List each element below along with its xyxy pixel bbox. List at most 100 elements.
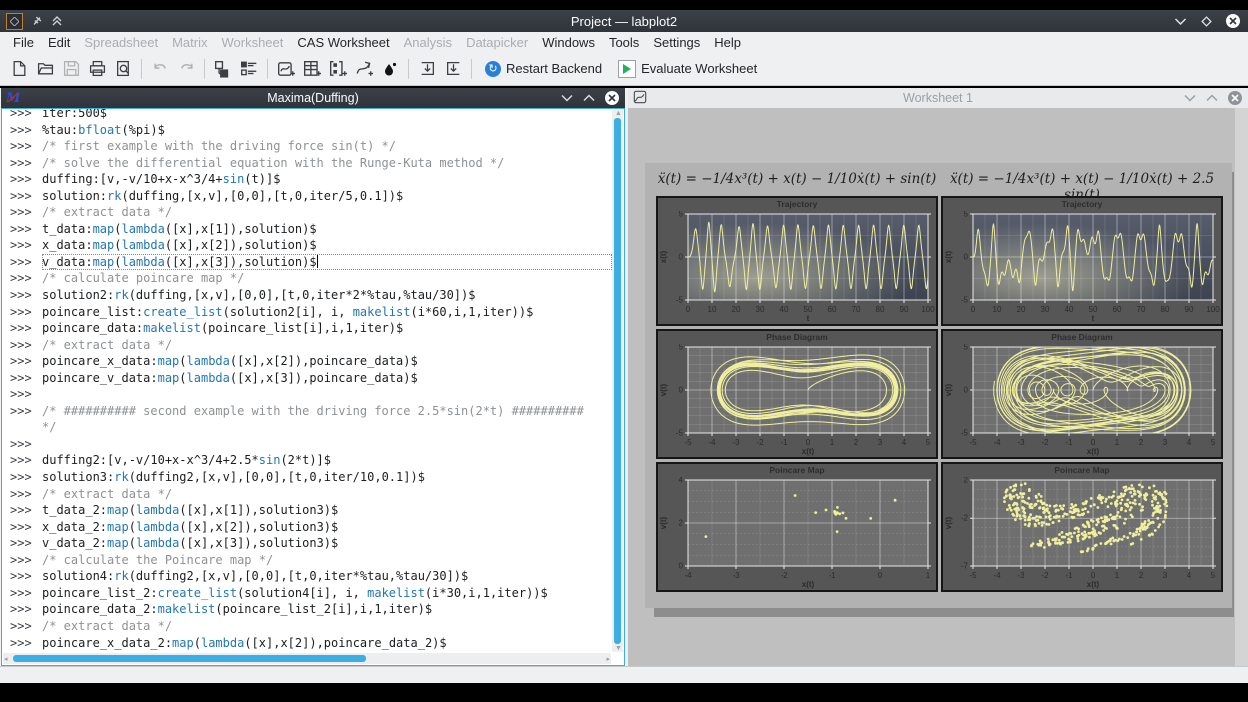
console-line[interactable]: >>>solution:rk(duffing,[x,v],[0,0],[t,0,…: [2, 188, 612, 205]
console-minimize-icon[interactable]: [561, 91, 573, 105]
evaluate-worksheet-button[interactable]: Evaluate Worksheet: [610, 56, 765, 82]
restart-backend-button[interactable]: ↻ Restart Backend: [477, 56, 610, 82]
console-line[interactable]: >>>/* calculate poincare map */: [2, 270, 612, 287]
console-code[interactable]: /* extract data */: [42, 618, 612, 635]
menu-file[interactable]: File: [6, 34, 41, 51]
console-line[interactable]: >>>%tau:bfloat(%pi)$: [2, 122, 612, 139]
plot-phase[interactable]: Phase Diagram-5-4-3-2-1012345-505x(t)v(t…: [656, 329, 938, 459]
menu-tools[interactable]: Tools: [602, 34, 646, 51]
console-window-titlebar[interactable]: M Maxima(Duffing): [1, 88, 625, 108]
console-code[interactable]: /* solve the differential equation with …: [42, 155, 612, 172]
menu-windows[interactable]: Windows: [535, 34, 602, 51]
console-code[interactable]: /* calculate poincare map */: [42, 270, 612, 287]
console-line[interactable]: >>>poincare_data:makelist(poincare_list[…: [2, 320, 612, 337]
console-code[interactable]: x_data:map(lambda([x],x[2]),solution)$: [42, 237, 612, 254]
worksheet-window-titlebar[interactable]: Worksheet 1: [628, 88, 1248, 109]
new-workbook-icon[interactable]: [273, 56, 299, 82]
console-content[interactable]: >>>iter:500$>>>%tau:bfloat(%pi)$>>>/* fi…: [2, 108, 612, 653]
plot-phase[interactable]: Phase Diagram-5-4-3-2-1012345-505x(t)v(t…: [941, 329, 1223, 459]
console-line[interactable]: >>>/* extract data */: [2, 204, 612, 221]
console-line[interactable]: >>>duffing:[v,-v/10+x-x^3/4+sin(t)]$: [2, 171, 612, 188]
print-preview-icon[interactable]: [110, 56, 136, 82]
console-code[interactable]: solution:rk(duffing,[x,v],[0,0],[t,0,ite…: [42, 188, 612, 205]
console-line[interactable]: >>>x_data:map(lambda([x],x[2]),solution)…: [2, 237, 612, 254]
console-line[interactable]: >>>poincare_data_2:makelist(poincare_lis…: [2, 601, 612, 618]
console-code[interactable]: /* ########## second example with the dr…: [42, 403, 612, 420]
console-code[interactable]: /* extract data */: [42, 486, 612, 503]
export-data-icon[interactable]: [440, 56, 466, 82]
console-code[interactable]: solution2:rk(duffing,[x,v],[0,0],[t,0,it…: [42, 287, 612, 304]
console-line[interactable]: >>>x_data_2:map(lambda([x],x[2]),solutio…: [2, 519, 612, 536]
console-code[interactable]: duffing2:[v,-v/10+x-x^3/4+2.5*sin(2*t)]$: [42, 452, 612, 469]
menu-cas-worksheet[interactable]: CAS Worksheet: [290, 34, 396, 51]
menu-edit[interactable]: Edit: [41, 34, 77, 51]
new-spreadsheet-icon[interactable]: [299, 56, 325, 82]
console-code[interactable]: iter:500$: [42, 108, 612, 122]
console-horizontal-scrollbar[interactable]: ◂ ▸: [3, 653, 611, 664]
console-line[interactable]: */: [2, 419, 612, 436]
console-code[interactable]: solution4:rk(duffing2,[x,v],[0,0],[t,0,i…: [42, 568, 612, 585]
console-line[interactable]: >>>poincare_x_data_2:map(lambda([x],x[2]…: [2, 635, 612, 652]
console-code[interactable]: */: [42, 419, 612, 436]
console-line[interactable]: >>>poincare_v_data:map(lambda([x],x[3]),…: [2, 370, 612, 387]
console-code[interactable]: solution3:rk(duffing2,[x,v],[0,0],[t,0,i…: [42, 469, 612, 486]
properties-explorer-icon[interactable]: [236, 56, 262, 82]
console-code[interactable]: /* extract data */: [42, 204, 612, 221]
maximize-button[interactable]: [1201, 16, 1212, 27]
console-line[interactable]: >>>poincare_x_data:map(lambda([x],x[2]),…: [2, 353, 612, 370]
open-project-icon[interactable]: [32, 56, 58, 82]
console-code[interactable]: %tau:bfloat(%pi)$: [42, 122, 612, 139]
console-code[interactable]: poincare_v_data:map(lambda([x],x[3]),poi…: [42, 370, 612, 387]
console-restore-icon[interactable]: [583, 91, 595, 105]
console-code[interactable]: poincare_data_2:makelist(poincare_list_2…: [42, 601, 612, 618]
worksheet-vertical-scrollbar[interactable]: [1234, 108, 1248, 666]
console-code[interactable]: /* first example with the driving force …: [42, 138, 612, 155]
worksheet-view[interactable]: ẍ(t) = −1/4x³(t) + x(t) − 1/10ẋ(t) + sin…: [628, 108, 1248, 666]
import-data-icon[interactable]: [414, 56, 440, 82]
console-line[interactable]: >>>solution3:rk(duffing2,[x,v],[0,0],[t,…: [2, 469, 612, 486]
console-line[interactable]: >>>: [2, 386, 612, 403]
console-line[interactable]: >>>v_data:map(lambda([x],x[3]),solution)…: [2, 254, 612, 271]
console-code[interactable]: poincare_list:create_list(solution2[i], …: [42, 304, 612, 321]
new-matrix-icon[interactable]: [325, 56, 351, 82]
console-code[interactable]: v_data:map(lambda([x],x[3]),solution)$: [42, 254, 612, 271]
console-line[interactable]: >>>t_data:map(lambda([x],x[1]),solution)…: [2, 221, 612, 238]
console-line[interactable]: >>>/* calculate the Poincare map */: [2, 552, 612, 569]
console-line[interactable]: >>>t_data_2:map(lambda([x],x[1]),solutio…: [2, 502, 612, 519]
menu-help[interactable]: Help: [707, 34, 748, 51]
console-line[interactable]: >>>/* first example with the driving for…: [2, 138, 612, 155]
new-datapicker-icon[interactable]: [351, 56, 377, 82]
console-line[interactable]: >>>: [2, 436, 612, 453]
console-code[interactable]: x_data_2:map(lambda([x],x[2]),solution3)…: [42, 519, 612, 536]
console-code[interactable]: /* extract data */: [42, 337, 612, 354]
console-code[interactable]: poincare_x_data_2:map(lambda([x],x[2]),p…: [42, 635, 612, 652]
console-code[interactable]: poincare_data:makelist(poincare_list[i],…: [42, 320, 612, 337]
console-code[interactable]: t_data:map(lambda([x],x[1]),solution)$: [42, 221, 612, 238]
worksheet-close-icon[interactable]: [1228, 91, 1242, 105]
console-code[interactable]: poincare_list_2:create_list(solution4[i]…: [42, 585, 612, 602]
console-line[interactable]: >>>poincare_list_2:create_list(solution4…: [2, 585, 612, 602]
console-line[interactable]: >>>/* ########## second example with the…: [2, 403, 612, 420]
plot-poincare[interactable]: Poincare Map-5-4-3-2-10123452-2-7x(t)v(t…: [941, 462, 1223, 592]
console-line[interactable]: >>>/* extract data */: [2, 337, 612, 354]
equation-label-1[interactable]: ẍ(t) = −1/4x³(t) + x(t) − 1/10ẋ(t) + sin…: [656, 171, 938, 187]
console-line[interactable]: >>>iter:500$: [2, 108, 612, 122]
color-drop-icon[interactable]: [377, 56, 403, 82]
console-line[interactable]: >>>solution4:rk(duffing2,[x,v],[0,0],[t,…: [2, 568, 612, 585]
console-close-icon[interactable]: [605, 91, 619, 105]
menu-settings[interactable]: Settings: [646, 34, 707, 51]
close-button[interactable]: [1226, 14, 1240, 28]
console-vertical-scrollbar[interactable]: ▲ ▼: [612, 110, 623, 652]
plot-trajectory[interactable]: Trajectory0102030405060708090100-505tx(t…: [656, 196, 938, 326]
console-code[interactable]: /* calculate the Poincare map */: [42, 552, 612, 569]
maxima-console[interactable]: >>>iter:500$>>>%tau:bfloat(%pi)$>>>/* fi…: [1, 108, 625, 666]
new-project-icon[interactable]: [6, 56, 32, 82]
minimize-button[interactable]: [1174, 17, 1187, 26]
worksheet-minimize-icon[interactable]: [1184, 91, 1196, 105]
project-explorer-icon[interactable]: [210, 56, 236, 82]
console-code[interactable]: [42, 436, 612, 453]
plot-trajectory[interactable]: Trajectory0102030405060708090100-505tx(t…: [941, 196, 1223, 326]
console-code[interactable]: poincare_x_data:map(lambda([x],x[2]),poi…: [42, 353, 612, 370]
plot-poincare[interactable]: Poincare Map-4-3-2-101024x(t)v(t): [656, 462, 938, 592]
print-icon[interactable]: [84, 56, 110, 82]
